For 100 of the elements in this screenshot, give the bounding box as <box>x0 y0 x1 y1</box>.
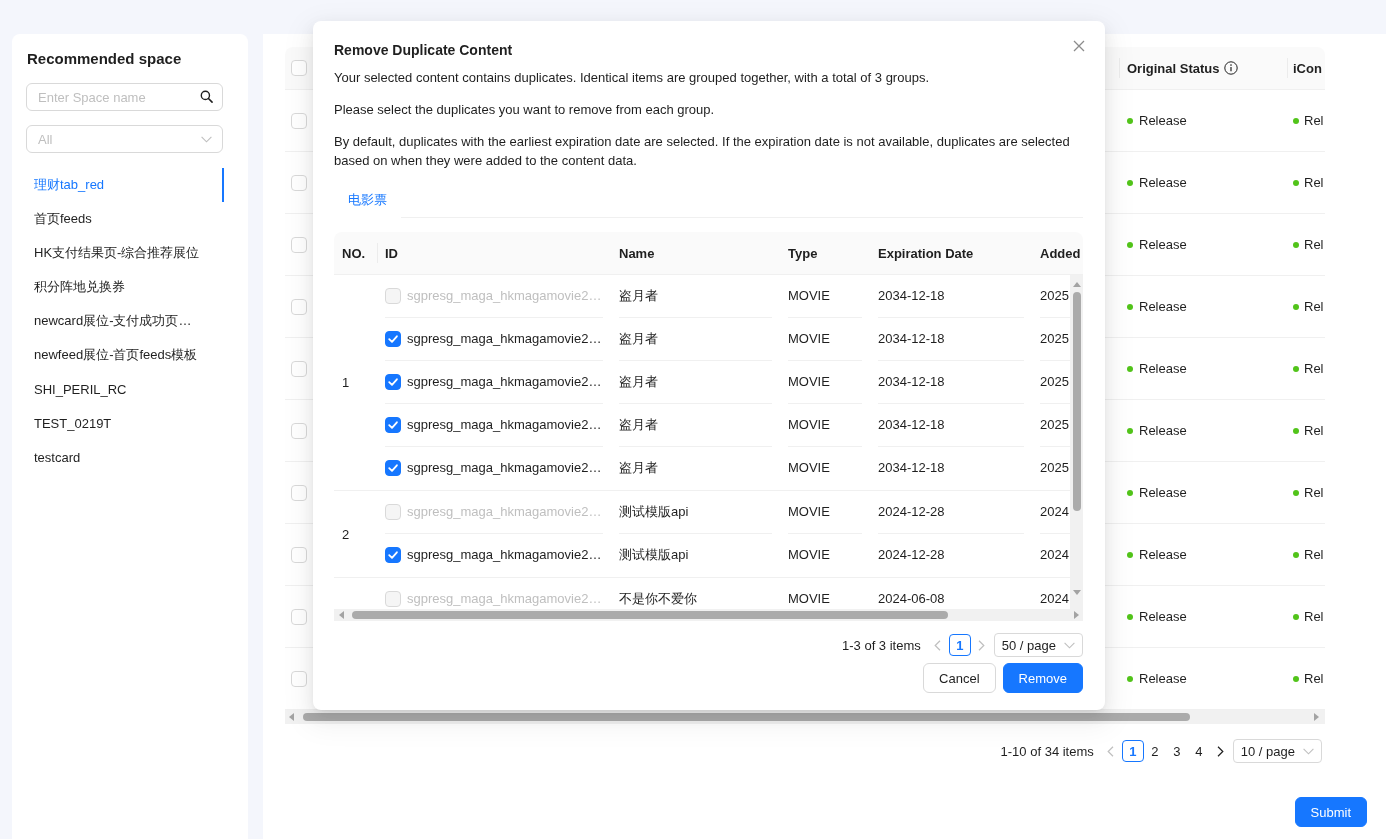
remove-button[interactable]: Remove <box>1002 663 1083 693</box>
status-dot-icon <box>1127 117 1133 124</box>
status-dot-icon <box>1293 489 1299 496</box>
scroll-left-icon[interactable] <box>289 713 294 721</box>
chevron-right-icon <box>1217 745 1225 757</box>
scroll-down-icon[interactable] <box>1072 590 1081 595</box>
status-text: Rel <box>1304 175 1324 190</box>
checkbox[interactable] <box>385 547 401 563</box>
column-header: Type <box>787 244 819 263</box>
page-button[interactable]: 1 <box>948 634 971 656</box>
status-dot-icon <box>1293 551 1299 558</box>
pagination-summary: 1-10 of 34 items <box>1000 743 1094 759</box>
status-dot-icon <box>1293 241 1299 248</box>
table-cell-text: 2024 <box>1040 590 1070 608</box>
column-header: Original Status <box>1127 60 1220 76</box>
column-header: Added <box>1039 244 1082 263</box>
modal-title: Remove Duplicate Content <box>334 41 514 60</box>
scrollbar-thumb[interactable] <box>1072 292 1081 511</box>
chevron-left-icon <box>934 639 942 651</box>
checkbox[interactable] <box>385 374 401 390</box>
chevron-down-icon <box>1064 641 1075 649</box>
table-cell-text: 2025 <box>1040 459 1070 477</box>
checkbox[interactable] <box>385 460 401 476</box>
sidebar-item[interactable]: 首页feeds <box>26 202 224 236</box>
scroll-up-icon[interactable] <box>1072 282 1081 287</box>
page-button[interactable]: 2 <box>1143 740 1166 762</box>
chevron-right-icon <box>978 639 986 651</box>
search-field[interactable]: Enter Space name <box>26 83 223 111</box>
table-cell: 盗月者 <box>619 361 772 404</box>
column-header: ID <box>377 232 611 274</box>
page-button[interactable]: 3 <box>1165 740 1188 762</box>
info-icon[interactable] <box>1224 61 1239 75</box>
table-cell-text: 测试模版api <box>619 546 690 564</box>
content-id: sgpresg_maga_hkmagamovie2… <box>407 504 602 520</box>
scrollbar-thumb[interactable] <box>303 713 1190 721</box>
checkbox[interactable] <box>385 331 401 347</box>
table-cell: MOVIE <box>788 404 862 447</box>
status-dot-icon <box>1293 303 1299 310</box>
status-text: Rel <box>1304 361 1324 376</box>
status-text: Rel <box>1304 547 1324 562</box>
status-text: Rel <box>1304 237 1324 252</box>
column-header: NO. <box>341 244 367 263</box>
status-dot-icon <box>1293 427 1299 434</box>
close-button[interactable] <box>1071 38 1087 54</box>
status-text: Rel <box>1304 671 1324 686</box>
scrollbar-thumb[interactable] <box>352 611 948 619</box>
modal-paragraph: By default, duplicates with the earliest expiration date are selected. If the expiration date is not available, duplicates are selected based on when they were added to the content data. <box>334 133 1071 170</box>
status-dot-icon <box>1127 613 1133 620</box>
table-cell: 盗月者 <box>619 275 772 318</box>
page-button[interactable]: 4 <box>1187 740 1210 762</box>
table-cell: 盗月者 <box>619 318 772 361</box>
table-cell-text: 2 <box>341 525 351 544</box>
sidebar-item[interactable]: TEST_0219T <box>26 406 224 440</box>
sidebar-item[interactable]: HK支付结果页-综合推荐展位 <box>26 236 224 270</box>
sidebar-item[interactable]: SHI_PERIL_RC <box>26 372 224 406</box>
chevron-down-icon <box>201 135 212 143</box>
sidebar-item[interactable]: 积分阵地兑换券 <box>26 270 224 304</box>
table-cell: 2034-12-18 <box>878 404 1024 447</box>
column-header: Expiration Date <box>877 244 975 263</box>
status-text: Release <box>1139 113 1187 128</box>
table-cell-text: 2024-06-08 <box>878 590 946 608</box>
cancel-button[interactable]: Cancel <box>923 663 996 693</box>
scroll-left-icon[interactable] <box>339 611 344 619</box>
content-id: sgpresg_maga_hkmagamovie2… <box>407 331 602 347</box>
table-cell-text: MOVIE <box>788 590 831 608</box>
checkbox[interactable] <box>385 417 401 433</box>
chevron-left-icon <box>1107 745 1115 757</box>
table-cell-text: MOVIE <box>788 546 831 564</box>
sidebar-item[interactable]: newcard展位-支付成功页… <box>26 304 224 338</box>
status-dot-icon <box>1127 303 1133 310</box>
scroll-right-icon[interactable] <box>1314 713 1319 721</box>
status-text: Release <box>1139 175 1187 190</box>
content-id: sgpresg_maga_hkmagamovie2… <box>407 374 602 390</box>
sidebar-item[interactable]: testcard <box>26 440 224 474</box>
content-id: sgpresg_maga_hkmagamovie2… <box>407 460 602 476</box>
table-cell: 2034-12-18 <box>878 318 1024 361</box>
page-size-select[interactable]: 50 / page <box>993 633 1083 657</box>
status-dot-icon <box>1127 241 1133 248</box>
table-cell-text: 盗月者 <box>619 459 659 477</box>
sidebar-title: Recommended space <box>27 49 183 69</box>
table-cell: 测试模版api <box>619 491 772 534</box>
table-cell: 2034-12-18 <box>878 275 1024 318</box>
table-cell: MOVIE <box>788 361 862 404</box>
pagination-summary: 1-3 of 3 items <box>842 637 921 653</box>
table-cell-text: 不是你不爱你 <box>619 590 698 608</box>
horizontal-scrollbar[interactable] <box>334 609 1083 621</box>
sidebar-item[interactable]: newfeed展位-首页feeds模板 <box>26 338 224 372</box>
status-text: Release <box>1139 237 1187 252</box>
page-button[interactable]: 1 <box>1121 740 1144 762</box>
page-size-select[interactable]: 10 / page <box>1232 739 1322 763</box>
scroll-right-icon[interactable] <box>1074 611 1079 619</box>
horizontal-scrollbar[interactable] <box>285 710 1325 724</box>
vertical-scrollbar[interactable] <box>1070 275 1083 609</box>
status-dot-icon <box>1127 489 1133 496</box>
table-cell: MOVIE <box>788 318 862 361</box>
submit-button[interactable]: Submit <box>1294 797 1367 827</box>
modal-paragraph: Your selected content contains duplicates. Identical items are grouped together, with a total of 3 groups. <box>334 69 930 87</box>
table-cell: MOVIE <box>788 275 862 318</box>
status-dot-icon <box>1293 179 1299 186</box>
sidebar-item[interactable]: 理财tab_red <box>26 168 224 202</box>
